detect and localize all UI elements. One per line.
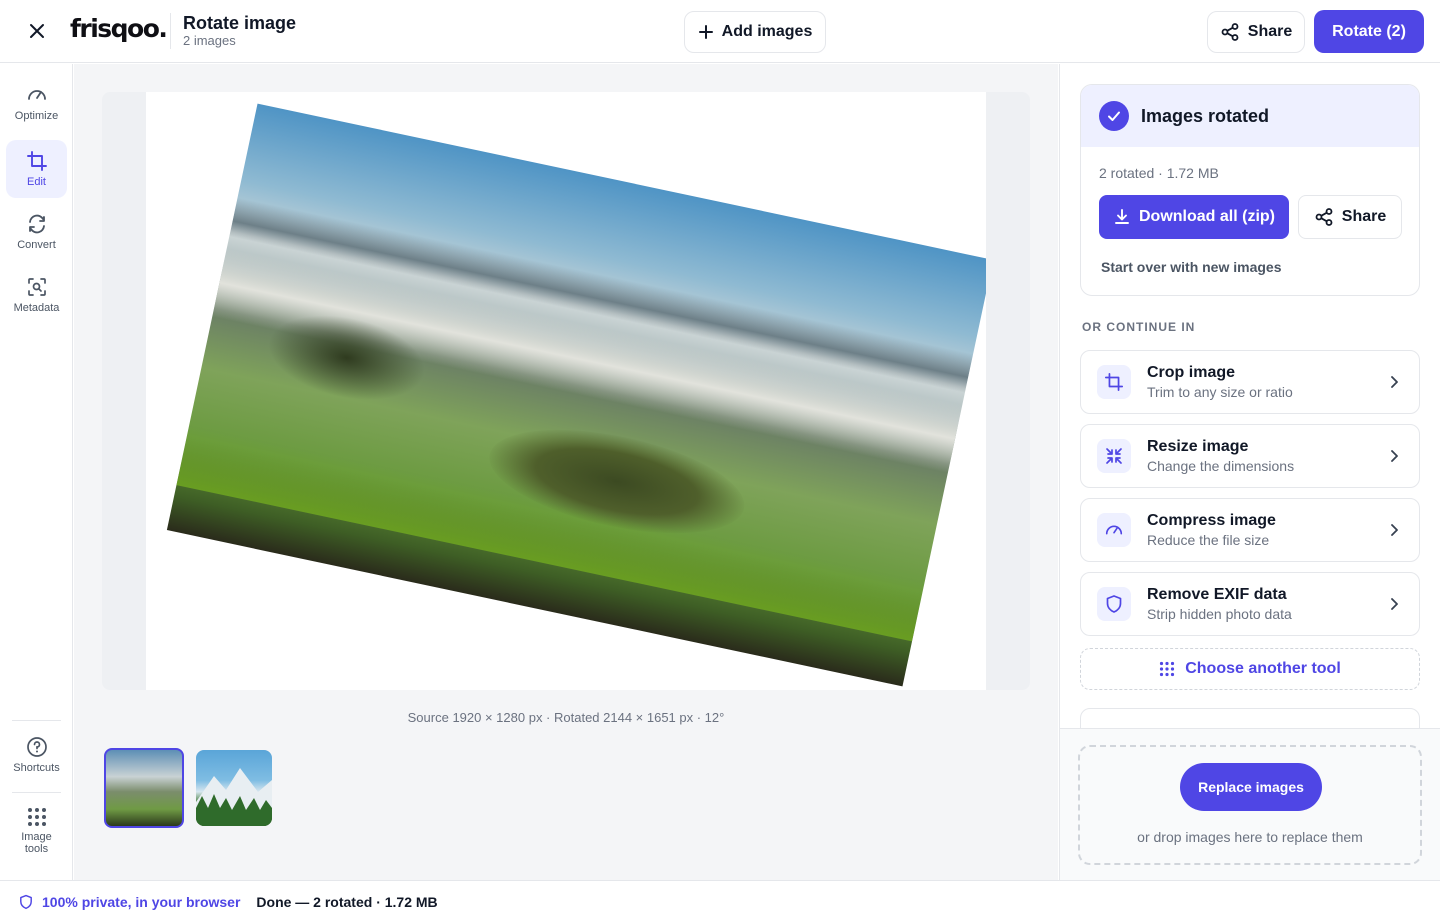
gauge-icon	[27, 90, 46, 100]
drop-zone[interactable]: Replace images or drop images here to re…	[1078, 745, 1422, 865]
chevron-right-icon	[1391, 450, 1398, 462]
tool-subtitle: Trim to any size or ratio	[1147, 384, 1293, 400]
tool-resize-image[interactable]: Resize image Change the dimensions	[1080, 424, 1420, 488]
status-text: Done — 2 rotated · 1.72 MB	[256, 894, 438, 910]
tool-title: Crop image	[1147, 364, 1236, 381]
replace-images-button[interactable]: Replace images	[1180, 763, 1322, 811]
privacy-note: 100% private, in your browser	[42, 894, 241, 910]
rotate-button[interactable]: Rotate (2)	[1314, 10, 1424, 53]
rail-item-image-tools[interactable]: Image tools	[6, 800, 67, 862]
shield-icon	[1097, 587, 1131, 621]
download-icon	[1115, 209, 1129, 224]
grid-dots-icon	[1160, 661, 1175, 677]
tool-subtitle: Reduce the file size	[1147, 532, 1270, 548]
status-title: Images rotated	[1141, 105, 1270, 126]
refresh-icon	[28, 214, 45, 234]
side-panel: Images rotated 2 rotated · 1.72 MB Downl…	[1059, 64, 1440, 880]
share-label: Share	[1247, 23, 1293, 40]
preview-area: Source 1920 × 1280 px · Rotated 2144 × 1…	[74, 64, 1058, 880]
preview-canvas	[102, 92, 1030, 690]
rail-label: Image tools	[21, 831, 52, 855]
app-header: frisqoo. Rotate image 2 images Add image…	[0, 0, 1440, 63]
rail-item-shortcuts[interactable]: Shortcuts	[6, 726, 67, 784]
tool-subtitle: Change the dimensions	[1147, 458, 1295, 474]
logo[interactable]: frisqoo.	[70, 14, 168, 43]
replace-section: Replace images or drop images here to re…	[1060, 728, 1440, 880]
rail-divider	[12, 792, 61, 793]
share-icon	[1221, 23, 1239, 41]
crop-icon	[1097, 365, 1131, 399]
choose-another-tool-button[interactable]: Choose another tool	[1080, 648, 1420, 690]
rail-item-convert[interactable]: Convert	[6, 203, 67, 261]
rail-label-line: tools	[24, 843, 49, 855]
share-button[interactable]: Share	[1207, 11, 1305, 53]
thumbnail-mountain-forest[interactable]	[196, 750, 272, 826]
chevron-right-icon	[1391, 598, 1398, 610]
rail-label: Convert	[17, 239, 56, 251]
share-results-button[interactable]: Share	[1298, 195, 1402, 239]
rail-label: Optimize	[14, 110, 59, 122]
status-card: Images rotated 2 rotated · 1.72 MB Downl…	[1080, 84, 1420, 296]
scan-search-icon	[27, 278, 46, 296]
tool-remove-exif[interactable]: Remove EXIF data Strip hidden photo data	[1080, 572, 1420, 636]
shield-icon	[20, 894, 32, 910]
share-label: Share	[1341, 208, 1387, 225]
grid-dots-icon	[27, 808, 46, 826]
status-header: Images rotated	[1081, 85, 1419, 147]
tool-title: Resize image	[1147, 438, 1249, 455]
help-circle-icon	[26, 737, 47, 757]
chevron-right-icon	[1391, 376, 1398, 388]
rail-item-metadata[interactable]: Metadata	[6, 266, 67, 324]
tool-subtitle: Strip hidden photo data	[1147, 606, 1292, 622]
check-icon	[1099, 101, 1129, 131]
tool-crop-image[interactable]: Crop image Trim to any size or ratio	[1080, 350, 1420, 414]
rail-label: Edit	[27, 176, 46, 188]
start-over-link[interactable]: Start over with new images	[1101, 259, 1282, 275]
rail-item-edit[interactable]: Edit	[6, 140, 67, 198]
tool-rail: Optimize Edit Convert Metadata Shortcuts…	[0, 64, 73, 880]
rotated-canvas	[146, 92, 986, 690]
image-count: 2 images	[183, 33, 236, 48]
gauge-icon	[1097, 513, 1131, 547]
dimensions-info: Source 1920 × 1280 px · Rotated 2144 × 1…	[407, 710, 725, 725]
drop-hint: or drop images here to replace them	[1137, 829, 1363, 845]
tool-compress-image[interactable]: Compress image Reduce the file size	[1080, 498, 1420, 562]
page-title: Rotate image	[183, 13, 297, 33]
rail-label: Shortcuts	[13, 762, 60, 774]
add-images-label: Add images	[721, 23, 813, 40]
crop-icon	[26, 151, 47, 171]
choose-tool-label: Choose another tool	[1185, 660, 1341, 677]
rail-divider	[12, 720, 61, 721]
rail-label-line: Image	[21, 831, 52, 843]
rail-label: Metadata	[13, 302, 60, 314]
close-button[interactable]	[22, 16, 52, 46]
thumbnail-misty-landscape[interactable]	[104, 748, 184, 828]
close-icon	[30, 24, 44, 38]
add-images-button[interactable]: Add images	[684, 11, 826, 53]
mountain-thumb-art	[196, 768, 272, 826]
tool-title: Compress image	[1147, 512, 1276, 529]
status-bar: 100% private, in your browser Done — 2 r…	[0, 880, 1440, 923]
download-all-button[interactable]: Download all (zip)	[1099, 195, 1289, 239]
status-meta: 2 rotated · 1.72 MB	[1099, 165, 1219, 181]
title-group: Rotate image 2 images	[170, 13, 296, 49]
continue-heading: OR CONTINUE IN	[1082, 320, 1196, 334]
download-label: Download all (zip)	[1139, 208, 1275, 225]
share-icon	[1315, 208, 1333, 226]
plus-icon	[698, 25, 713, 39]
rail-item-optimize[interactable]: Optimize	[6, 74, 67, 132]
rotated-photo	[166, 103, 986, 687]
chevron-right-icon	[1391, 524, 1398, 536]
tool-title: Remove EXIF data	[1147, 586, 1287, 603]
shrink-icon	[1097, 439, 1131, 473]
